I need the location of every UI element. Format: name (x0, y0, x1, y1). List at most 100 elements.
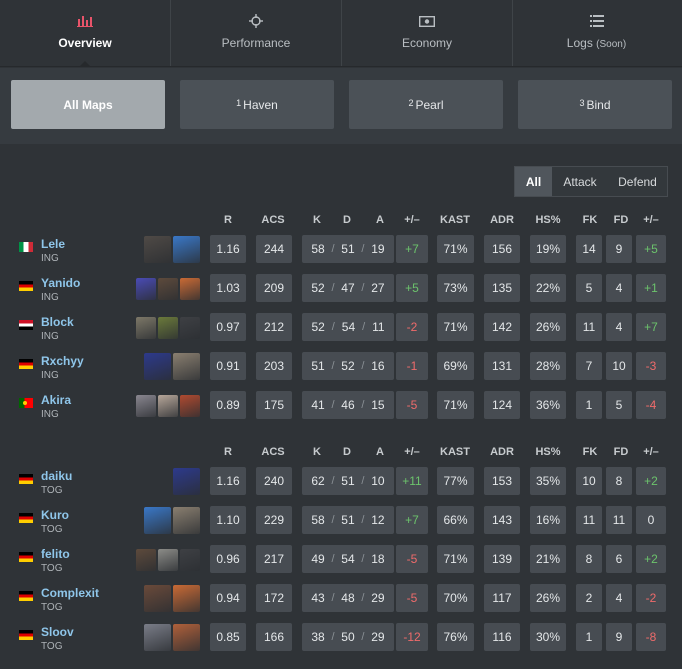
player-team: ING (41, 370, 59, 381)
stat-k: 43 (311, 591, 325, 605)
agent-portrait-icon (173, 353, 200, 380)
stat-fkfd: -3 (636, 352, 666, 380)
stat-kast: 71% (437, 545, 474, 573)
stat-fd: 4 (606, 584, 632, 612)
agent-portrait-icon (144, 624, 171, 651)
kda-cell: 58 / 51 / 12 (302, 506, 394, 534)
country-flag-icon (19, 591, 33, 601)
column-header: +/– (404, 214, 420, 226)
stat-hs: 36% (530, 391, 566, 419)
stat-k: 52 (311, 320, 325, 334)
agent-portrait-icon (180, 317, 200, 339)
agent-list (136, 392, 200, 417)
stat-a: 16 (371, 359, 385, 373)
stat-adr: 153 (484, 467, 520, 495)
cash-icon (419, 14, 435, 28)
column-header: +/– (643, 446, 659, 458)
stat-hs: 16% (530, 506, 566, 534)
stat-fkfd: +7 (636, 313, 666, 341)
stat-fk: 2 (576, 584, 602, 612)
agent-portrait-icon (173, 236, 200, 263)
player-name[interactable]: felito (41, 547, 70, 561)
stat-fkfd: +5 (636, 235, 666, 263)
stat-acs: 166 (256, 623, 292, 651)
side-filter-attack[interactable]: Attack (552, 167, 608, 196)
stat-kast: 73% (437, 274, 474, 302)
player-name[interactable]: daiku (41, 469, 72, 483)
stat-kast: 71% (437, 235, 474, 263)
agent-portrait-icon (173, 468, 200, 495)
player-name[interactable]: Lele (41, 237, 65, 251)
player-team: ING (41, 331, 59, 342)
column-header: ACS (261, 214, 285, 226)
map-button-all-maps[interactable]: All Maps (11, 80, 165, 129)
tab-overview[interactable]: Overview (0, 0, 171, 67)
stat-d: 54 (341, 320, 356, 334)
player-name[interactable]: Block (41, 315, 74, 329)
separator: / (331, 321, 335, 333)
stat-kd: -1 (396, 352, 428, 380)
country-flag-icon (19, 242, 33, 252)
agent-list (144, 507, 200, 534)
kda-cell: 51 / 52 / 16 (302, 352, 394, 380)
side-filter-all[interactable]: All (515, 167, 552, 196)
stat-k: 58 (311, 513, 325, 527)
column-header: +/– (643, 214, 659, 226)
column-header: R (224, 446, 232, 458)
stat-a: 29 (371, 630, 385, 644)
stat-k: 51 (311, 359, 325, 373)
stat-fk: 8 (576, 545, 602, 573)
map-button-bind[interactable]: 3 Bind (518, 80, 672, 129)
stat-fd: 11 (606, 506, 632, 534)
map-button-pearl[interactable]: 2 Pearl (349, 80, 503, 129)
stat-r: 0.89 (210, 391, 246, 419)
stat-kd: +7 (396, 235, 428, 263)
kda-cell: 38 / 50 / 29 (302, 623, 394, 651)
player-name[interactable]: Sloov (41, 625, 74, 639)
column-header: KAST (440, 214, 470, 226)
stat-r: 0.91 (210, 352, 246, 380)
separator: / (361, 243, 365, 255)
kda-cell: 62 / 51 / 10 (302, 467, 394, 495)
map-label: All Maps (63, 97, 113, 112)
separator: / (331, 243, 335, 255)
stat-fkfd: -4 (636, 391, 666, 419)
stat-d: 51 (341, 242, 355, 256)
player-name[interactable]: Kuro (41, 508, 69, 522)
stat-hs: 21% (530, 545, 566, 573)
stat-a: 10 (371, 474, 385, 488)
table-header: R ACS K D A +/– KAST ADR HS% FK FD +/– (0, 446, 682, 462)
tab-economy[interactable]: Economy (342, 0, 513, 66)
map-button-haven[interactable]: 1 Haven (180, 80, 334, 129)
tab-performance[interactable]: Performance (171, 0, 342, 66)
agent-portrait-icon (144, 585, 171, 612)
player-name[interactable]: Complexit (41, 586, 99, 600)
player-team: TOG (41, 563, 63, 574)
stat-fk: 10 (576, 467, 602, 495)
separator: / (331, 553, 335, 565)
column-header: KAST (440, 446, 470, 458)
stat-kd: -5 (396, 545, 428, 573)
agent-portrait-icon (180, 278, 200, 300)
stat-k: 41 (311, 398, 325, 412)
side-filter-defend[interactable]: Defend (608, 167, 667, 196)
player-name[interactable]: Akira (41, 393, 71, 407)
stat-hs: 30% (530, 623, 566, 651)
separator: / (331, 399, 335, 411)
stat-k: 38 (311, 630, 325, 644)
player-row: Block ING 0.97 212 52/54/11 -2 71% 142 26% 11 4 +7 (0, 313, 682, 352)
agent-portrait-icon (136, 317, 156, 339)
tab-logs[interactable]: Logs (Soon) (513, 0, 680, 66)
stat-a: 19 (371, 242, 385, 256)
player-row: Sloov TOG 0.85 166 38 / 50 / 29 -12 76% 116 30% 1 9 -8 (0, 623, 682, 662)
country-flag-icon (19, 474, 33, 484)
stat-kd: -12 (396, 623, 428, 651)
player-name[interactable]: Rxchyy (41, 354, 84, 368)
stat-kd: +11 (396, 467, 428, 495)
player-name[interactable]: Yanido (41, 276, 80, 290)
country-flag-icon (19, 398, 33, 408)
stat-fd: 4 (606, 274, 632, 302)
player-row: Akira ING 0.89 175 41/46/15 -5 71% 124 36% 1 5 -4 (0, 391, 682, 430)
column-header: ADR (490, 446, 514, 458)
agent-list (136, 314, 200, 339)
